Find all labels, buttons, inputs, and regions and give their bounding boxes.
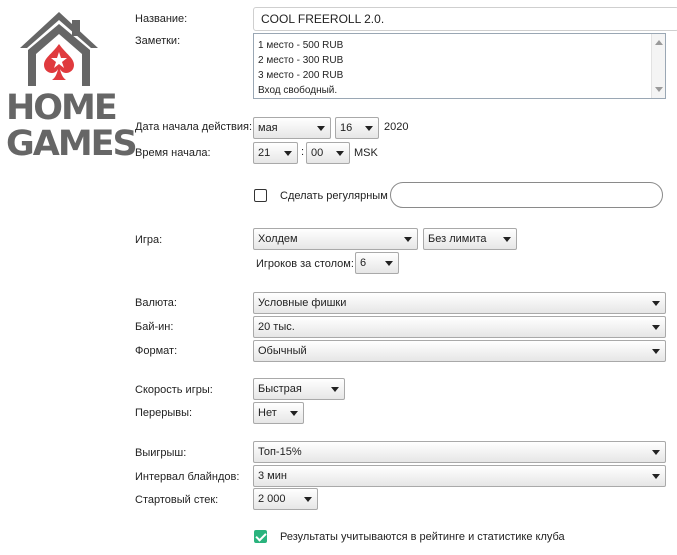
logo-text-home: HOME xyxy=(6,88,118,128)
timezone-text: MSK xyxy=(354,147,378,159)
game-label: Игра: xyxy=(135,234,163,246)
format-label: Формат: xyxy=(135,345,178,357)
stats-label: Результаты учитываются в рейтинге и стат… xyxy=(280,531,565,543)
breaks-select[interactable]: Нет xyxy=(253,402,304,424)
chevron-down-icon xyxy=(385,261,393,266)
players-select[interactable]: 6 xyxy=(355,252,399,274)
format-value: Обычный xyxy=(258,345,307,357)
game-type-select[interactable]: Холдем xyxy=(253,228,418,250)
buyin-label: Бай-ин: xyxy=(135,321,174,333)
scroll-down-arrow-icon[interactable] xyxy=(655,87,663,92)
scroll-up-arrow-icon[interactable] xyxy=(655,40,663,45)
recurring-checkbox[interactable] xyxy=(254,189,267,202)
day-select[interactable]: 16 xyxy=(335,117,379,139)
breaks-label: Перерывы: xyxy=(135,407,193,419)
chevron-down-icon xyxy=(284,151,292,156)
speed-label: Скорость игры: xyxy=(135,384,213,396)
notes-textarea[interactable]: 1 место - 500 RUB 2 место - 300 RUB 3 ме… xyxy=(253,33,666,99)
blind-interval-value: 3 мин xyxy=(258,470,287,482)
notes-line: 2 место - 300 RUB xyxy=(258,55,344,66)
recurring-input[interactable] xyxy=(390,182,663,208)
starting-stack-select[interactable]: 2 000 xyxy=(253,488,318,510)
month-select[interactable]: мая xyxy=(253,117,331,139)
players-value: 6 xyxy=(360,257,367,269)
notes-label: Заметки: xyxy=(135,35,181,47)
starting-stack-label: Стартовый стек: xyxy=(135,494,219,506)
minute-select[interactable]: 00 xyxy=(306,142,350,164)
notes-line: 1 место - 500 RUB xyxy=(258,40,344,51)
currency-select[interactable]: Условные фишки xyxy=(253,292,666,314)
notes-line: 3 место - 200 RUB xyxy=(258,70,344,81)
tournament-name-input[interactable]: COOL FREEROLL 2.0. xyxy=(253,7,677,31)
breaks-value: Нет xyxy=(258,407,277,419)
payout-label: Выигрыш: xyxy=(135,447,187,459)
buyin-value: 20 тыс. xyxy=(258,321,295,333)
chevron-down-icon xyxy=(652,450,660,455)
chevron-down-icon xyxy=(317,126,325,131)
game-type-value: Холдем xyxy=(258,233,298,245)
chevron-down-icon xyxy=(336,151,344,156)
chevron-down-icon xyxy=(652,349,660,354)
hour-select-value: 21 xyxy=(258,147,271,159)
limit-value: Без лимита xyxy=(428,233,487,245)
day-select-value: 16 xyxy=(340,122,353,134)
chevron-down-icon xyxy=(304,497,312,502)
starting-stack-value: 2 000 xyxy=(258,493,286,505)
currency-label: Валюта: xyxy=(135,297,177,309)
buyin-select[interactable]: 20 тыс. xyxy=(253,316,666,338)
currency-value: Условные фишки xyxy=(258,297,347,309)
start-date-label: Дата начала действия: xyxy=(135,121,253,133)
blind-interval-select[interactable]: 3 мин xyxy=(253,465,666,487)
stats-checkbox[interactable] xyxy=(254,530,267,543)
notes-scrollbar[interactable] xyxy=(651,34,665,98)
recurring-label: Сделать регулярным xyxy=(280,190,388,202)
month-select-value: мая xyxy=(258,122,278,134)
hour-select[interactable]: 21 xyxy=(253,142,298,164)
chevron-down-icon xyxy=(331,387,339,392)
name-label: Название: xyxy=(135,13,188,25)
chevron-down-icon xyxy=(404,237,412,242)
chevron-down-icon xyxy=(365,126,373,131)
limit-select[interactable]: Без лимита xyxy=(423,228,517,250)
format-select[interactable]: Обычный xyxy=(253,340,666,362)
chevron-down-icon xyxy=(290,411,298,416)
house-spade-icon xyxy=(20,12,98,86)
speed-select[interactable]: Быстрая xyxy=(253,378,345,400)
chevron-down-icon xyxy=(652,325,660,330)
minute-select-value: 00 xyxy=(311,147,324,159)
chevron-down-icon xyxy=(652,474,660,479)
chevron-down-icon xyxy=(503,237,511,242)
chevron-down-icon xyxy=(652,301,660,306)
speed-value: Быстрая xyxy=(258,383,302,395)
notes-line: Вход свободный. xyxy=(258,85,338,96)
blind-interval-label: Интервал блайндов: xyxy=(135,471,240,483)
time-separator: : xyxy=(301,146,305,158)
start-time-label: Время начала: xyxy=(135,147,211,159)
payout-select[interactable]: Топ-15% xyxy=(253,441,666,463)
players-label: Игроков за столом: xyxy=(256,258,354,270)
logo-text-games: GAMES xyxy=(6,124,138,164)
home-games-logo: HOME GAMES xyxy=(6,8,138,162)
payout-value: Топ-15% xyxy=(258,446,302,458)
year-text: 2020 xyxy=(384,121,409,133)
